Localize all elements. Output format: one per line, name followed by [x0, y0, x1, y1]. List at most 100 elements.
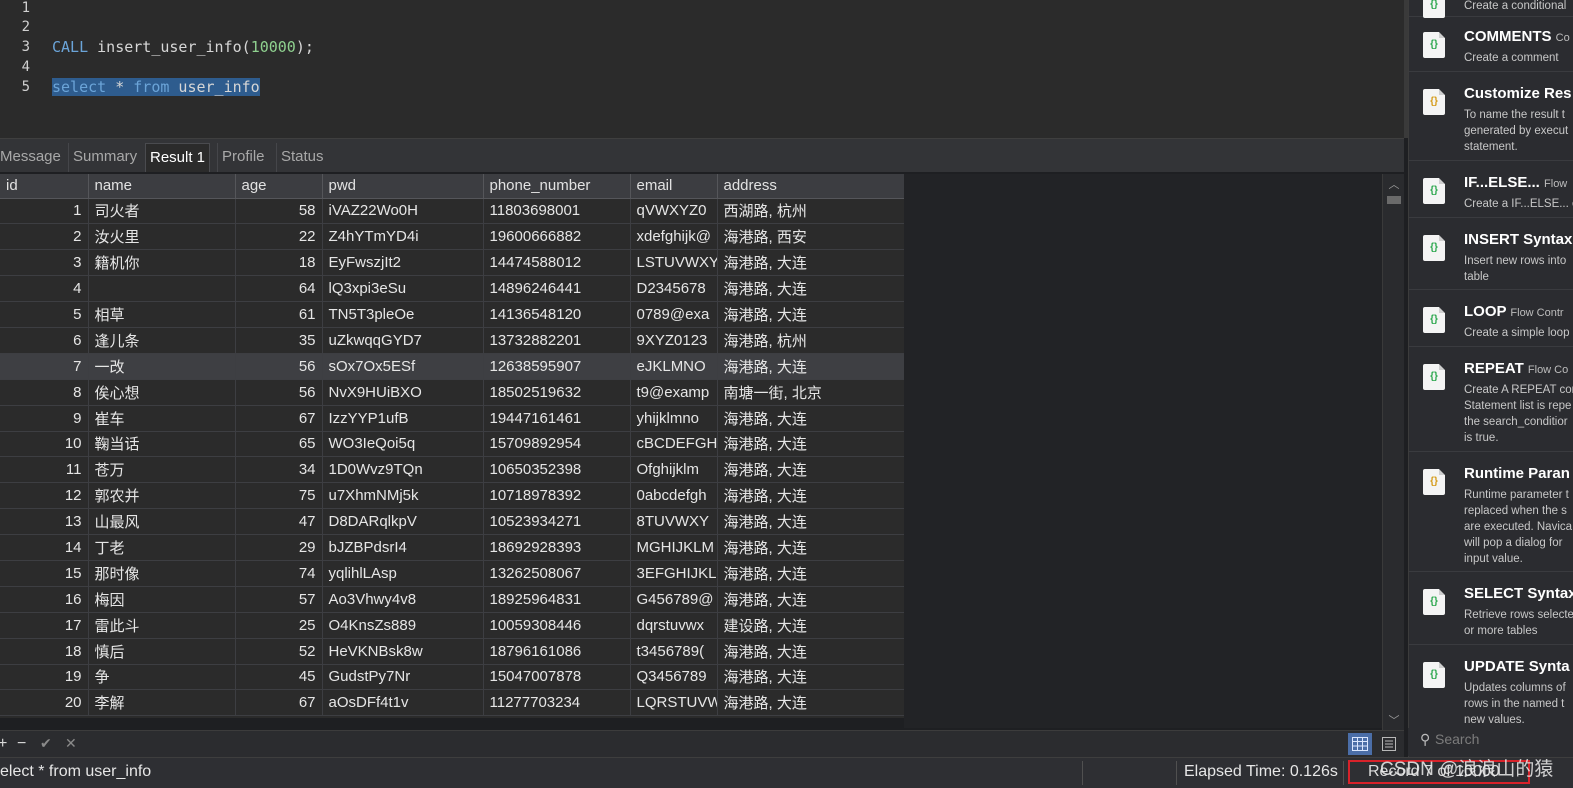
table-cell-name[interactable]: 相草	[88, 301, 236, 328]
table-cell-age[interactable]: 45	[235, 664, 323, 691]
snippet-item[interactable]: {} LOOP Flow Contr Create a simple loop	[1409, 297, 1573, 347]
table-cell-address[interactable]: 海港路, 大连	[717, 353, 905, 380]
table-cell-phone_number[interactable]: 14896246441	[483, 275, 631, 303]
search-input[interactable]: Search	[1435, 731, 1479, 747]
table-cell-pwd[interactable]: GudstPy7Nr	[322, 664, 484, 691]
table-cell-id[interactable]: 15	[0, 560, 89, 587]
table-cell-name[interactable]: 梅因	[88, 586, 236, 613]
table-cell-phone_number[interactable]: 18925964831	[483, 586, 631, 613]
table-cell-address[interactable]: 建设路, 大连	[717, 612, 905, 639]
table-cell-name[interactable]: 一改	[88, 353, 236, 380]
snippet-item[interactable]: {} IF...ELSE... Flow Create a IF...ELSE...…	[1409, 168, 1573, 218]
table-cell-address[interactable]: 海港路, 大连	[717, 482, 905, 510]
result-grid[interactable]: id name age pwd phone_number email addre…	[0, 174, 905, 718]
table-cell-address[interactable]: 海港路, 大连	[717, 249, 905, 277]
table-cell-id[interactable]: 17	[0, 612, 89, 639]
table-cell-email[interactable]: Q3456789	[630, 664, 718, 691]
table-cell-age[interactable]: 22	[235, 223, 323, 251]
table-cell-email[interactable]: G456789@	[630, 586, 718, 613]
table-cell-id[interactable]: 12	[0, 482, 89, 510]
table-cell-id[interactable]: 8	[0, 379, 89, 406]
table-row[interactable]: 15 那时像 74 yqlihlLAsp 13262508067 3EFGHIJKL 海港路…	[0, 560, 905, 587]
table-row[interactable]: 9 崔车 67 IzzYYP1ufB 19447161461 yhijklmno 海港路, …	[0, 405, 905, 432]
table-cell-phone_number[interactable]: 14474588012	[483, 249, 631, 277]
table-cell-email[interactable]: t3456789(	[630, 638, 718, 665]
table-row[interactable]: 14 丁老 29 bJZBPdsrI4 18692928393 MGHIJKLM 海港路, …	[0, 534, 905, 561]
table-cell-age[interactable]: 29	[235, 534, 323, 561]
table-cell-id[interactable]: 9	[0, 405, 89, 432]
table-cell-name[interactable]: 司火者	[88, 198, 236, 225]
grid-vertical-scrollbar[interactable]: ︿ ﹀	[1382, 174, 1404, 730]
table-row[interactable]: 1 司火者 58 iVAZ22Wo0H 11803698001 qVWXYZ0 西湖路, 杭…	[0, 198, 905, 225]
table-cell-id[interactable]: 2	[0, 223, 89, 251]
column-header[interactable]: email	[630, 174, 718, 199]
add-record-button[interactable]: +	[0, 735, 7, 753]
snippet-item[interactable]: {} Customize Res To name the result t gener…	[1409, 79, 1573, 161]
table-cell-phone_number[interactable]: 18502519632	[483, 379, 631, 406]
table-cell-pwd[interactable]: lQ3xpi3eSu	[322, 275, 484, 303]
table-row[interactable]: 3 籍机你 18 EyFwszjIt2 14474588012 LSTUVWXY 海港路, …	[0, 249, 905, 277]
table-cell-id[interactable]: 6	[0, 327, 89, 354]
table-cell-phone_number[interactable]: 10650352398	[483, 456, 631, 484]
table-cell-email[interactable]: D2345678	[630, 275, 718, 303]
table-cell-age[interactable]: 35	[235, 327, 323, 354]
snippet-item[interactable]: {} Runtime Paran Runtime parameter t replac…	[1409, 459, 1573, 572]
table-cell-phone_number[interactable]: 15709892954	[483, 431, 631, 458]
scroll-down-icon[interactable]: ﹀	[1383, 712, 1405, 728]
table-cell-age[interactable]: 61	[235, 301, 323, 328]
delete-record-button[interactable]: −	[17, 735, 26, 753]
table-cell-name[interactable]: 俟心想	[88, 379, 236, 406]
table-cell-phone_number[interactable]: 11803698001	[483, 198, 631, 225]
table-cell-email[interactable]: MGHIJKLM	[630, 534, 718, 561]
table-row[interactable]: 20 李解 67 aOsDFf4t1v 11277703234 LQRSTUVW 海港路, …	[0, 689, 905, 717]
table-cell-email[interactable]: 8TUVWXY	[630, 508, 718, 536]
table-cell-name[interactable]: 雷此斗	[88, 612, 236, 639]
table-cell-id[interactable]: 1	[0, 198, 89, 225]
table-cell-address[interactable]: 海港路, 大连	[717, 534, 905, 561]
table-cell-email[interactable]: eJKLMNO	[630, 353, 718, 380]
tab-status[interactable]: Status	[276, 143, 328, 172]
table-row[interactable]: 13 山最风 47 D8DARqlkpV 10523934271 8TUVWXY 海港路, …	[0, 508, 905, 536]
table-cell-name[interactable]: 那时像	[88, 560, 236, 587]
table-cell-age[interactable]: 58	[235, 198, 323, 225]
table-cell-pwd[interactable]: 1D0Wvz9TQn	[322, 456, 484, 484]
table-cell-pwd[interactable]: O4KnsZs889	[322, 612, 484, 639]
table-row[interactable]: 19 争 45 GudstPy7Nr 15047007878 Q3456789 海港路, 大…	[0, 664, 905, 691]
snippet-item[interactable]: {} INSERT Syntax Insert new rows into table	[1409, 225, 1573, 290]
table-cell-pwd[interactable]: EyFwszjIt2	[322, 249, 484, 277]
table-cell-address[interactable]: 海港路, 杭州	[717, 327, 905, 354]
table-cell-pwd[interactable]: u7XhmNMj5k	[322, 482, 484, 510]
table-cell-age[interactable]: 52	[235, 638, 323, 665]
snippet-item[interactable]: {} REPEAT Flow Co Create A REPEAT cor State…	[1409, 354, 1573, 452]
table-cell-age[interactable]: 64	[235, 275, 323, 303]
table-cell-address[interactable]: 海港路, 大连	[717, 405, 905, 432]
table-row[interactable]: 12 郭农并 75 u7XhmNMj5k 10718978392 0abcdefgh 海港路…	[0, 482, 905, 510]
table-cell-age[interactable]: 25	[235, 612, 323, 639]
table-cell-age[interactable]: 65	[235, 431, 323, 458]
table-cell-address[interactable]: 海港路, 大连	[717, 689, 905, 717]
table-row[interactable]: 6 逢儿条 35 uZkwqqGYD7 13732882201 9XYZ0123 海港路, …	[0, 327, 905, 354]
snippet-item[interactable]: {} Create a conditional	[1409, 0, 1573, 18]
table-cell-pwd[interactable]: iVAZ22Wo0H	[322, 198, 484, 225]
table-cell-phone_number[interactable]: 12638595907	[483, 353, 631, 380]
table-cell-pwd[interactable]: HeVKNBsk8w	[322, 638, 484, 665]
table-row[interactable]: 8 俟心想 56 NvX9HUiBXO 18502519632 t9@examp 南塘一街,…	[0, 379, 905, 406]
table-cell-address[interactable]: 海港路, 西安	[717, 223, 905, 251]
table-cell-age[interactable]: 67	[235, 405, 323, 432]
table-cell-email[interactable]: 9XYZ0123	[630, 327, 718, 354]
snippet-search[interactable]: ⚲ Search	[1408, 728, 1573, 756]
column-header[interactable]: phone_number	[483, 174, 631, 199]
table-cell-email[interactable]: 0abcdefgh	[630, 482, 718, 510]
table-row[interactable]: 10 鞠当话 65 WO3IeQoi5q 15709892954 cBCDEFGH 海港路,…	[0, 431, 905, 458]
table-cell-id[interactable]: 11	[0, 456, 89, 484]
table-cell-phone_number[interactable]: 19600666882	[483, 223, 631, 251]
table-cell-name[interactable]: 丁老	[88, 534, 236, 561]
table-cell-name[interactable]	[88, 275, 236, 303]
table-cell-phone_number[interactable]: 14136548120	[483, 301, 631, 328]
table-cell-address[interactable]: 海港路, 大连	[717, 560, 905, 587]
table-cell-phone_number[interactable]: 13262508067	[483, 560, 631, 587]
table-row[interactable]: 7 一改 56 sOx7Ox5ESf 12638595907 eJKLMNO 海港路, 大连	[0, 353, 905, 380]
table-cell-id[interactable]: 7	[0, 353, 89, 380]
tab-summary[interactable]: Summary	[68, 143, 141, 172]
table-cell-email[interactable]: dqrstuvwx	[630, 612, 718, 639]
